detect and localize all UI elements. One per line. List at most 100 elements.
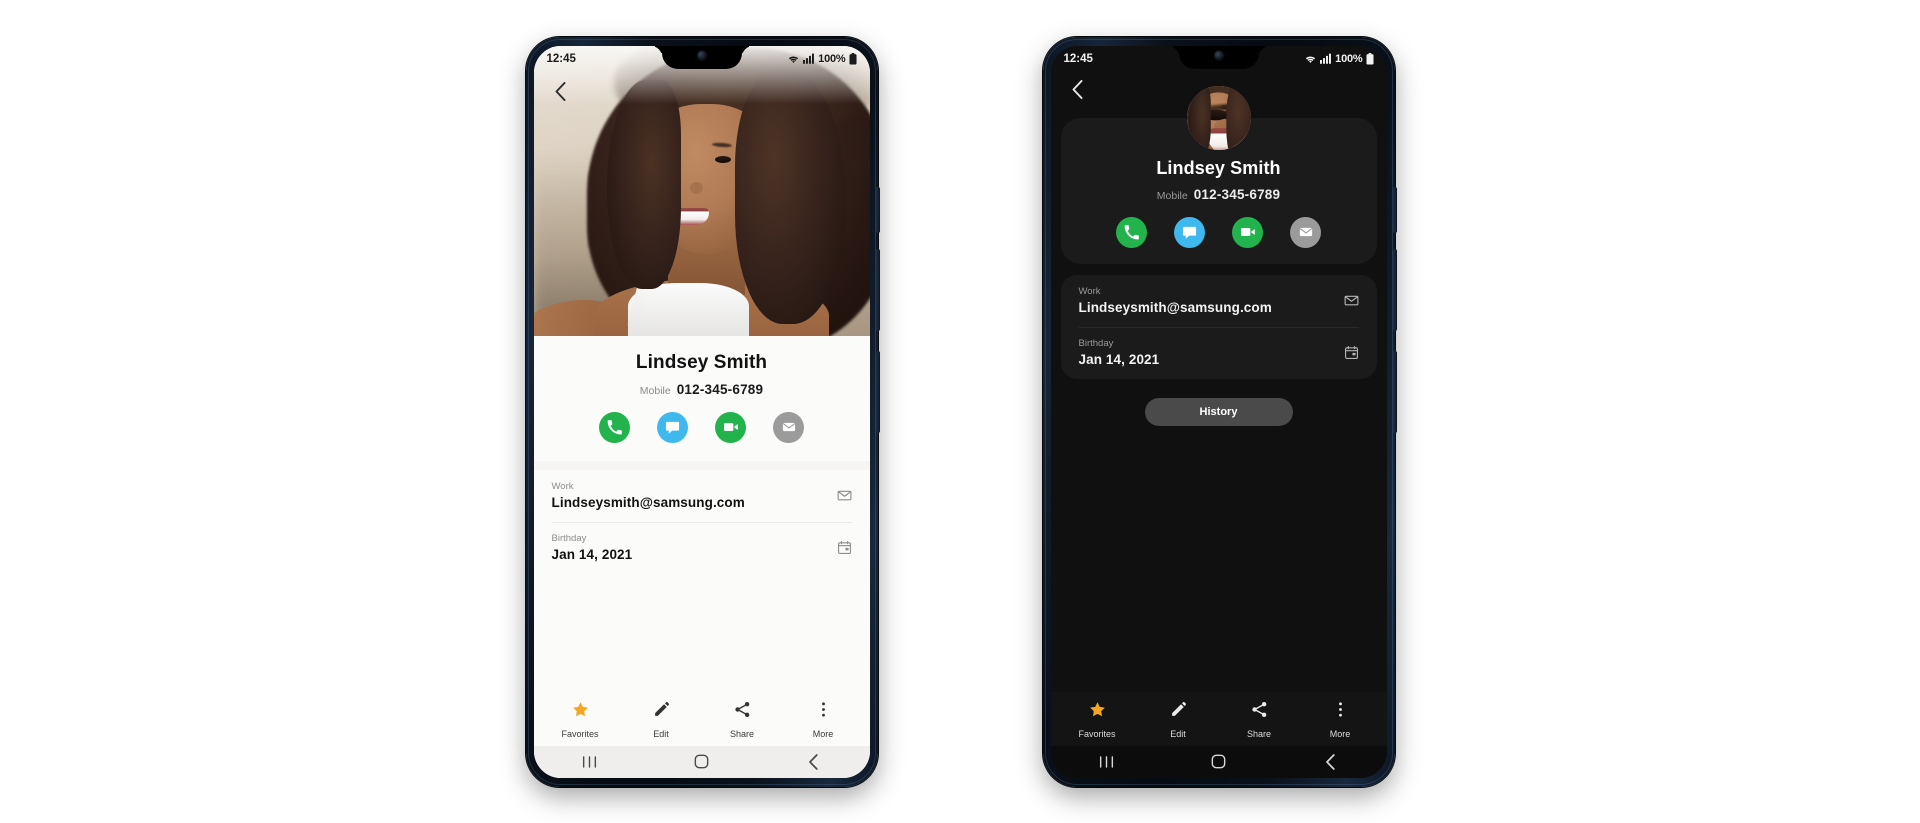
system-nav-bar-dark xyxy=(1050,745,1387,778)
call-button[interactable] xyxy=(1116,216,1147,248)
star-icon xyxy=(572,701,589,723)
phone-type-label: Mobile xyxy=(639,384,671,397)
field-value: Lindseysmith@samsung.com xyxy=(1078,299,1272,315)
cellular-signal-icon xyxy=(803,53,815,64)
field-value: Jan 14, 2021 xyxy=(1078,351,1160,367)
contact-name: Lindsey Smith xyxy=(1156,157,1281,178)
phone-type-label: Mobile xyxy=(1156,189,1188,202)
contact-fields-light: Work Lindseysmith@samsung.com Birthday J… xyxy=(533,469,870,692)
field-label: Birthday xyxy=(1078,337,1114,349)
envelope-icon[interactable] xyxy=(837,488,852,510)
field-row-work-email[interactable]: Work Lindseysmith@samsung.com xyxy=(534,470,870,522)
side-button-volume-up[interactable] xyxy=(1392,248,1397,331)
field-value: Lindseysmith@samsung.com xyxy=(551,494,745,510)
avatar[interactable] xyxy=(1186,85,1251,150)
overflow-dots-icon xyxy=(1332,701,1349,723)
toolbar-item-more[interactable]: More xyxy=(792,701,854,739)
side-button-top[interactable] xyxy=(875,186,880,233)
contact-photo-hero xyxy=(533,45,870,336)
side-button-volume-down[interactable] xyxy=(875,350,880,433)
overflow-dots-icon xyxy=(815,701,832,723)
back-icon[interactable] xyxy=(1305,753,1357,770)
call-button[interactable] xyxy=(599,411,630,443)
field-label: Work xyxy=(1078,285,1101,297)
message-button[interactable] xyxy=(657,411,688,443)
field-label: Birthday xyxy=(551,532,587,544)
field-label: Work xyxy=(551,480,574,492)
toolbar-item-share[interactable]: Share xyxy=(1228,701,1290,739)
toolbar-label: Share xyxy=(1246,728,1272,739)
status-bar-time: 12:45 xyxy=(1063,52,1093,65)
phone-number[interactable]: 012-345-6789 xyxy=(1194,187,1280,202)
waterdrop-notch xyxy=(661,45,742,69)
calendar-icon[interactable] xyxy=(1344,345,1359,367)
history-button[interactable]: History xyxy=(1144,397,1293,426)
toolbar-item-edit[interactable]: Edit xyxy=(630,701,692,739)
pencil-icon xyxy=(653,701,670,723)
system-nav-bar-light xyxy=(533,745,870,778)
side-button-top[interactable] xyxy=(1392,186,1397,233)
pencil-icon xyxy=(1170,701,1187,723)
field-value: Jan 14, 2021 xyxy=(551,546,633,562)
field-row-birthday[interactable]: Birthday Jan 14, 2021 xyxy=(534,521,870,574)
contact-phone-row: Mobile 012-345-6789 xyxy=(534,382,870,397)
dark-header-area: Lindsey Smith Mobile 012-345-6789 xyxy=(1051,46,1387,264)
contact-header-card: Lindsey Smith Mobile 012-345-6789 xyxy=(533,335,870,461)
video-call-button[interactable] xyxy=(1232,216,1263,248)
email-button[interactable] xyxy=(1290,216,1321,248)
contact-name: Lindsey Smith xyxy=(635,351,768,373)
wifi-icon xyxy=(787,53,800,64)
status-bar-time: 12:45 xyxy=(546,52,576,65)
toolbar-item-favorites[interactable]: Favorites xyxy=(1066,701,1128,739)
toolbar-label: Edit xyxy=(653,728,669,739)
email-button[interactable] xyxy=(773,411,804,443)
toolbar-label: More xyxy=(1329,728,1351,739)
recents-icon[interactable] xyxy=(1081,755,1133,769)
toolbar-label: Share xyxy=(729,728,755,739)
contact-detail-light: Lindsey Smith Mobile 012-345-6789 Work L… xyxy=(533,45,870,778)
toolbar-label: Favorites xyxy=(1078,728,1116,739)
screen-light: 12:45 100% Lindsey Smith Mobile 012-345-… xyxy=(533,45,870,778)
toolbar-item-more[interactable]: More xyxy=(1309,701,1371,739)
contact-detail-dark: Lindsey Smith Mobile 012-345-6789 Work L… xyxy=(1050,45,1387,778)
back-button[interactable] xyxy=(1065,77,1091,103)
history-button-container: History xyxy=(1051,397,1387,426)
field-row-work-email[interactable]: Work Lindseysmith@samsung.com xyxy=(1061,275,1377,327)
cellular-signal-icon xyxy=(1320,53,1332,64)
star-icon xyxy=(1089,701,1106,723)
battery-percent-label: 100% xyxy=(818,52,846,65)
recents-icon[interactable] xyxy=(564,755,616,769)
share-icon xyxy=(734,701,751,723)
status-bar-indicators: 100% xyxy=(1304,52,1374,65)
bottom-toolbar-light: Favorites Edit Share More xyxy=(533,691,870,746)
share-icon xyxy=(1251,701,1268,723)
wifi-icon xyxy=(1304,53,1317,64)
toolbar-label: Favorites xyxy=(561,728,599,739)
toolbar-item-favorites[interactable]: Favorites xyxy=(549,701,611,739)
quick-actions xyxy=(534,411,870,443)
envelope-icon[interactable] xyxy=(1344,293,1359,315)
message-button[interactable] xyxy=(1174,216,1205,248)
back-button[interactable] xyxy=(548,79,574,105)
field-row-birthday[interactable]: Birthday Jan 14, 2021 xyxy=(1061,326,1377,379)
front-camera-icon xyxy=(697,50,706,60)
home-icon[interactable] xyxy=(1193,754,1245,769)
bottom-toolbar-dark: Favorites Edit Share More xyxy=(1050,691,1387,746)
phone-number[interactable]: 012-345-6789 xyxy=(677,382,763,397)
screen-dark: 12:45 100% Lindsey Smith Mobile 012-345-… xyxy=(1050,45,1387,778)
battery-icon xyxy=(848,52,857,65)
waterdrop-notch xyxy=(1178,45,1259,69)
video-call-button[interactable] xyxy=(715,411,746,443)
quick-actions xyxy=(1061,216,1377,248)
phone-device-light: 12:45 100% Lindsey Smith Mobile 012-345-… xyxy=(525,36,880,787)
toolbar-item-share[interactable]: Share xyxy=(711,701,773,739)
home-icon[interactable] xyxy=(676,754,728,769)
calendar-icon[interactable] xyxy=(837,540,852,562)
side-button-volume-up[interactable] xyxy=(875,248,880,331)
contact-fields-dark: Work Lindseysmith@samsung.com Birthday J… xyxy=(1060,274,1377,379)
back-icon[interactable] xyxy=(788,753,840,770)
battery-percent-label: 100% xyxy=(1335,52,1363,65)
side-button-volume-down[interactable] xyxy=(1392,350,1397,433)
toolbar-item-edit[interactable]: Edit xyxy=(1147,701,1209,739)
